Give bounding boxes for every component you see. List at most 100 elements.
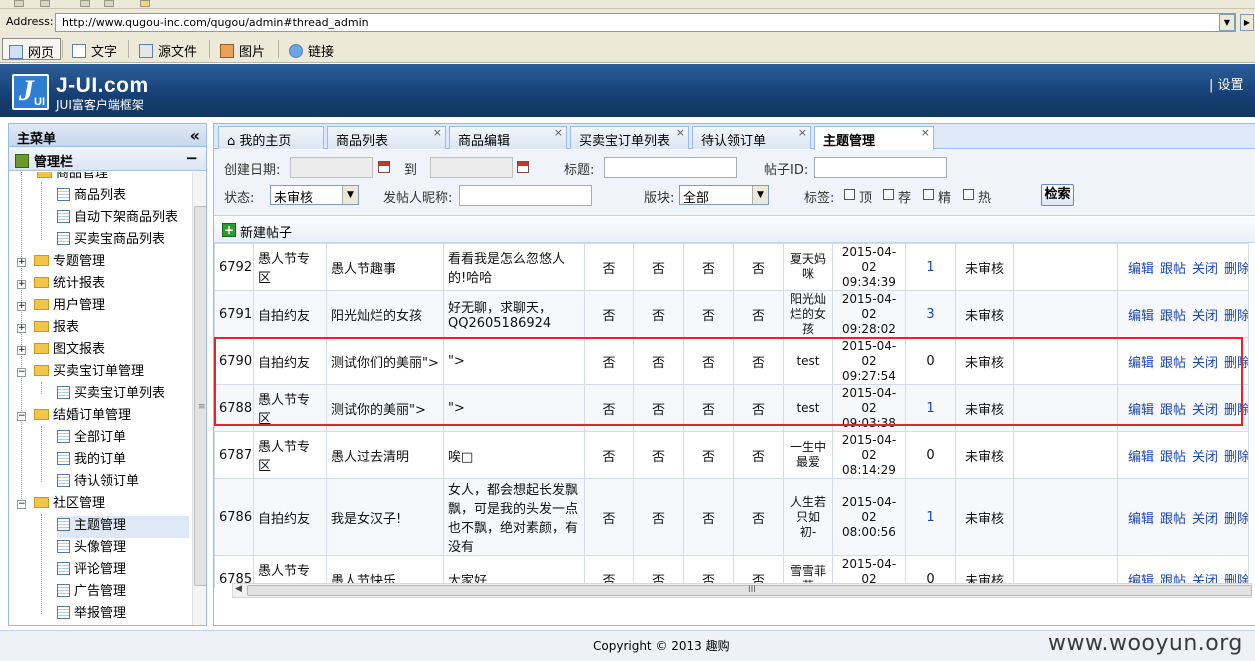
menu-folder-product[interactable]: 商品管理 (37, 172, 108, 186)
delete-link[interactable]: 删除 (1224, 512, 1247, 527)
close-link[interactable]: 关闭 (1192, 403, 1218, 418)
tag-best-checkbox[interactable] (923, 189, 934, 200)
menu-item-avatar-management[interactable]: 头像管理 (57, 538, 126, 560)
collapse-node-icon[interactable]: − (17, 412, 26, 421)
tag-recommend-checkbox[interactable] (883, 189, 894, 200)
close-link[interactable]: 关闭 (1192, 309, 1218, 324)
toolbar-mini-icon[interactable] (104, 0, 114, 7)
status-select[interactable]: 未审核 ▼ (270, 185, 359, 206)
tab-unclaimed-orders[interactable]: 待认领订单 × (692, 126, 811, 149)
scroll-thumb[interactable]: ≡ (194, 206, 206, 586)
settings-link[interactable]: | 设置 (1209, 74, 1244, 93)
menu-item-mmb-order-list[interactable]: 买卖宝订单列表 (57, 384, 165, 406)
delete-link[interactable]: 删除 (1224, 450, 1247, 465)
expand-icon[interactable]: + (17, 346, 26, 355)
view-text-button[interactable]: 文字 (66, 38, 123, 60)
follow-link[interactable]: 跟帖 (1160, 309, 1186, 324)
new-post-button[interactable]: 新建帖子 (240, 222, 292, 241)
follow-link[interactable]: 跟帖 (1160, 356, 1186, 371)
menu-folder-reports[interactable]: + 报表 (17, 318, 79, 340)
table-row[interactable]: 6788 愚人节专区 测试你的美丽"> "> 否否否否 test 2015-04-02 09:… (214, 384, 1249, 432)
edit-link[interactable]: 编辑 (1128, 309, 1154, 324)
table-row[interactable]: 6791 自拍约友 阳光灿烂的女孩 好无聊，求聊天，QQ2605186924 否否否否阳… (214, 290, 1249, 338)
tab-topic-management[interactable]: 主题管理 × (814, 126, 934, 150)
collapse-node-icon[interactable]: − (17, 500, 26, 509)
menu-item-ad-management[interactable]: 广告管理 (57, 582, 126, 604)
table-row[interactable]: 6790 自拍约友 测试你们的美丽"> "> 否否否否 test 2015-04-02 09:… (214, 337, 1249, 385)
delete-link[interactable]: 删除 (1224, 309, 1247, 324)
poster-input[interactable] (459, 185, 592, 206)
delete-link[interactable]: 删除 (1224, 356, 1247, 371)
menu-item-unclaimed-orders[interactable]: 待认领订单 (57, 472, 139, 494)
menu-item-topic-management[interactable]: 主题管理 (57, 516, 189, 538)
add-icon[interactable]: + (222, 223, 236, 237)
close-link[interactable]: 关闭 (1192, 450, 1218, 465)
table-row[interactable]: 6786 自拍约友 我是女汉子! 女人，都会想起长发飘飘，可是我的头发一点也不飘，绝对… (214, 478, 1249, 556)
scroll-left-icon[interactable]: ◀ (235, 584, 242, 594)
tab-product-edit[interactable]: 商品编辑 × (449, 126, 567, 149)
delete-link[interactable]: 删除 (1224, 403, 1247, 418)
view-links-button[interactable]: 链接 (283, 38, 340, 60)
date-to-input[interactable] (430, 157, 513, 178)
follow-link[interactable]: 跟帖 (1160, 512, 1186, 527)
close-link[interactable]: 关闭 (1192, 356, 1218, 371)
view-images-button[interactable]: 图片 (214, 38, 271, 60)
grid-horizontal-scrollbar[interactable]: ◀ III (232, 583, 1252, 598)
board-select[interactable]: 全部 ▼ (679, 185, 769, 206)
follow-link[interactable]: 跟帖 (1160, 403, 1186, 418)
close-icon[interactable]: × (554, 126, 563, 139)
menu-item-auto-offshelf[interactable]: 自动下架商品列表 (57, 208, 178, 230)
expand-icon[interactable]: + (17, 324, 26, 333)
menu-folder-graphic-reports[interactable]: + 图文报表 (17, 340, 105, 362)
menu-item-comment-management[interactable]: 评论管理 (57, 560, 126, 582)
menu-folder-community[interactable]: − 社区管理 (17, 494, 105, 516)
menu-folder-stats[interactable]: + 统计报表 (17, 274, 105, 296)
date-from-input[interactable] (290, 157, 373, 178)
tab-home[interactable]: ⌂ 我的主页 (218, 126, 324, 149)
close-link[interactable]: 关闭 (1192, 262, 1218, 277)
menu-item-mmb-products[interactable]: 买卖宝商品列表 (57, 230, 165, 252)
toolbar-mini-icon[interactable] (140, 0, 150, 7)
expand-icon[interactable]: + (17, 302, 26, 311)
collapse-node-icon[interactable]: − (17, 368, 26, 377)
close-link[interactable]: 关闭 (1192, 512, 1218, 527)
tab-mmb-orders[interactable]: 买卖宝订单列表 × (570, 126, 689, 149)
tag-top-checkbox[interactable] (844, 189, 855, 200)
close-icon[interactable]: × (798, 126, 807, 139)
menu-folder-users[interactable]: + 用户管理 (17, 296, 105, 318)
edit-link[interactable]: 编辑 (1128, 450, 1154, 465)
table-row[interactable]: 6792 愚人节专区 愚人节趣事 看看我是怎么忽悠人的!哈哈否否否否夏天妈咪 2015-… (214, 243, 1249, 291)
edit-link[interactable]: 编辑 (1128, 403, 1154, 418)
edit-link[interactable]: 编辑 (1128, 262, 1154, 277)
search-button[interactable]: 检索 (1041, 184, 1074, 206)
sidebar-panel-header[interactable]: 管理栏 − (9, 147, 206, 171)
menu-item-product-list[interactable]: 商品列表 (57, 186, 126, 208)
toolbar-mini-icon[interactable] (80, 0, 90, 7)
expand-icon[interactable]: + (17, 280, 26, 289)
close-icon[interactable]: × (433, 126, 442, 139)
tag-hot-checkbox[interactable] (963, 189, 974, 200)
menu-item-all-orders[interactable]: 全部订单 (57, 428, 126, 450)
go-icon[interactable]: ▶ (1240, 14, 1254, 31)
menu-item-report-management[interactable]: 举报管理 (57, 604, 126, 625)
sidebar-scrollbar[interactable]: ≡ (192, 172, 206, 625)
view-webpage-button[interactable]: 网页 (2, 38, 62, 61)
url-input[interactable]: http://www.qugou-inc.com/qugou/admin#thr… (55, 13, 1236, 32)
collapse-icon[interactable]: « (190, 126, 200, 145)
close-icon[interactable]: × (676, 126, 685, 139)
toolbar-mini-icon[interactable] (14, 0, 24, 7)
menu-folder-wedding-orders[interactable]: − 结婚订单管理 (17, 406, 131, 428)
view-source-button[interactable]: 源文件 (133, 38, 203, 60)
delete-link[interactable]: 删除 (1224, 262, 1247, 277)
menu-item-my-orders[interactable]: 我的订单 (57, 450, 126, 472)
expand-icon[interactable]: + (17, 258, 26, 267)
toolbar-mini-icon[interactable] (40, 0, 50, 7)
panel-toggle-icon[interactable]: − (185, 149, 198, 167)
close-icon[interactable]: × (921, 126, 930, 139)
tab-product-list[interactable]: 商品列表 × (327, 126, 446, 149)
calendar-icon[interactable] (517, 161, 529, 173)
follow-link[interactable]: 跟帖 (1160, 450, 1186, 465)
url-dropdown-icon[interactable]: ▼ (1219, 14, 1235, 31)
edit-link[interactable]: 编辑 (1128, 512, 1154, 527)
scroll-thumb[interactable]: III (247, 585, 1252, 596)
